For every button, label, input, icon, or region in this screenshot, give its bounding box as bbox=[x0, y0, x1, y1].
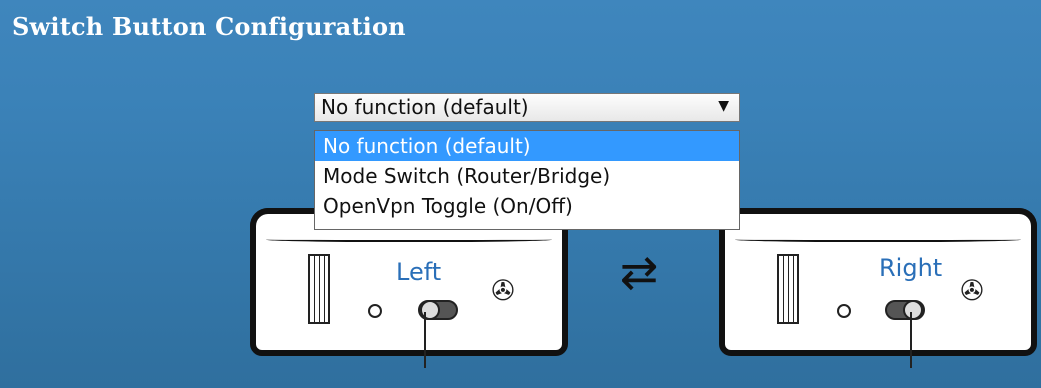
caret-down-icon[interactable]: ▼ bbox=[718, 98, 729, 114]
ethernet-port-icon bbox=[777, 254, 799, 324]
left-label: Left bbox=[396, 258, 442, 286]
device-left-illustration: Left ✇ bbox=[250, 208, 568, 356]
panel-title: Switch Button Configuration bbox=[12, 12, 406, 41]
switch-function-select[interactable]: No function (default) ▼ bbox=[314, 93, 740, 122]
switch-button-config-panel: Switch Button Configuration Left ✇ ⇄ Rig… bbox=[0, 0, 1041, 388]
led-icon bbox=[837, 304, 851, 318]
switch-knob bbox=[420, 300, 440, 320]
option-openvpn-toggle[interactable]: OpenVpn Toggle (On/Off) bbox=[315, 191, 739, 221]
left-pointer-line bbox=[424, 312, 426, 368]
right-pointer-line bbox=[910, 312, 912, 368]
device-right-illustration: Right ✇ bbox=[719, 208, 1037, 356]
led-icon bbox=[368, 304, 382, 318]
right-label: Right bbox=[879, 254, 943, 282]
switch-right-icon bbox=[885, 300, 925, 320]
option-mode-switch[interactable]: Mode Switch (Router/Bridge) bbox=[315, 161, 739, 191]
ethernet-port-icon bbox=[308, 254, 330, 324]
option-no-function[interactable]: No function (default) bbox=[315, 131, 739, 161]
switch-knob bbox=[903, 300, 923, 320]
fan-icon: ✇ bbox=[491, 274, 515, 307]
select-dropdown-list[interactable]: No function (default) Mode Switch (Route… bbox=[314, 130, 740, 230]
swap-arrows-icon: ⇄ bbox=[619, 245, 659, 299]
device-top-edge bbox=[719, 208, 1037, 242]
select-value: No function (default) bbox=[321, 95, 529, 119]
fan-icon: ✇ bbox=[960, 274, 984, 307]
